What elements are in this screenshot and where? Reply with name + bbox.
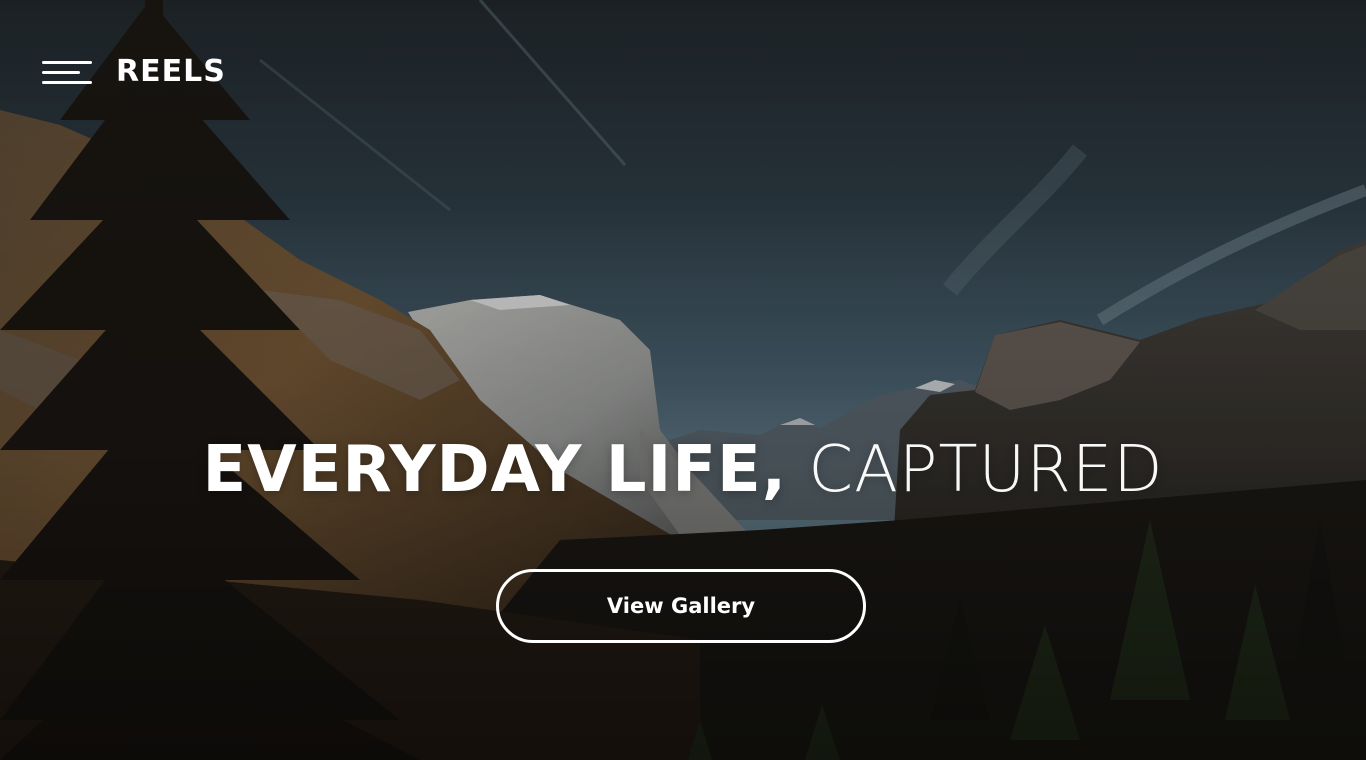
menu-line bbox=[42, 81, 92, 84]
hero-title-bold: EVERYDAY LIFE, bbox=[202, 433, 788, 507]
hero-title-light: CAPTURED bbox=[808, 433, 1164, 507]
menu-line bbox=[42, 61, 92, 64]
view-gallery-button[interactable]: View Gallery bbox=[496, 569, 866, 643]
site-header: REELS bbox=[42, 52, 226, 92]
menu-line bbox=[42, 71, 80, 74]
hero-title: EVERYDAY LIFE, CAPTURED bbox=[0, 432, 1366, 508]
background-image bbox=[0, 0, 1366, 760]
hero-section: REELS EVERYDAY LIFE, CAPTURED View Galle… bbox=[0, 0, 1366, 760]
site-logo[interactable]: REELS bbox=[116, 52, 226, 92]
hamburger-menu-icon[interactable] bbox=[42, 55, 94, 89]
